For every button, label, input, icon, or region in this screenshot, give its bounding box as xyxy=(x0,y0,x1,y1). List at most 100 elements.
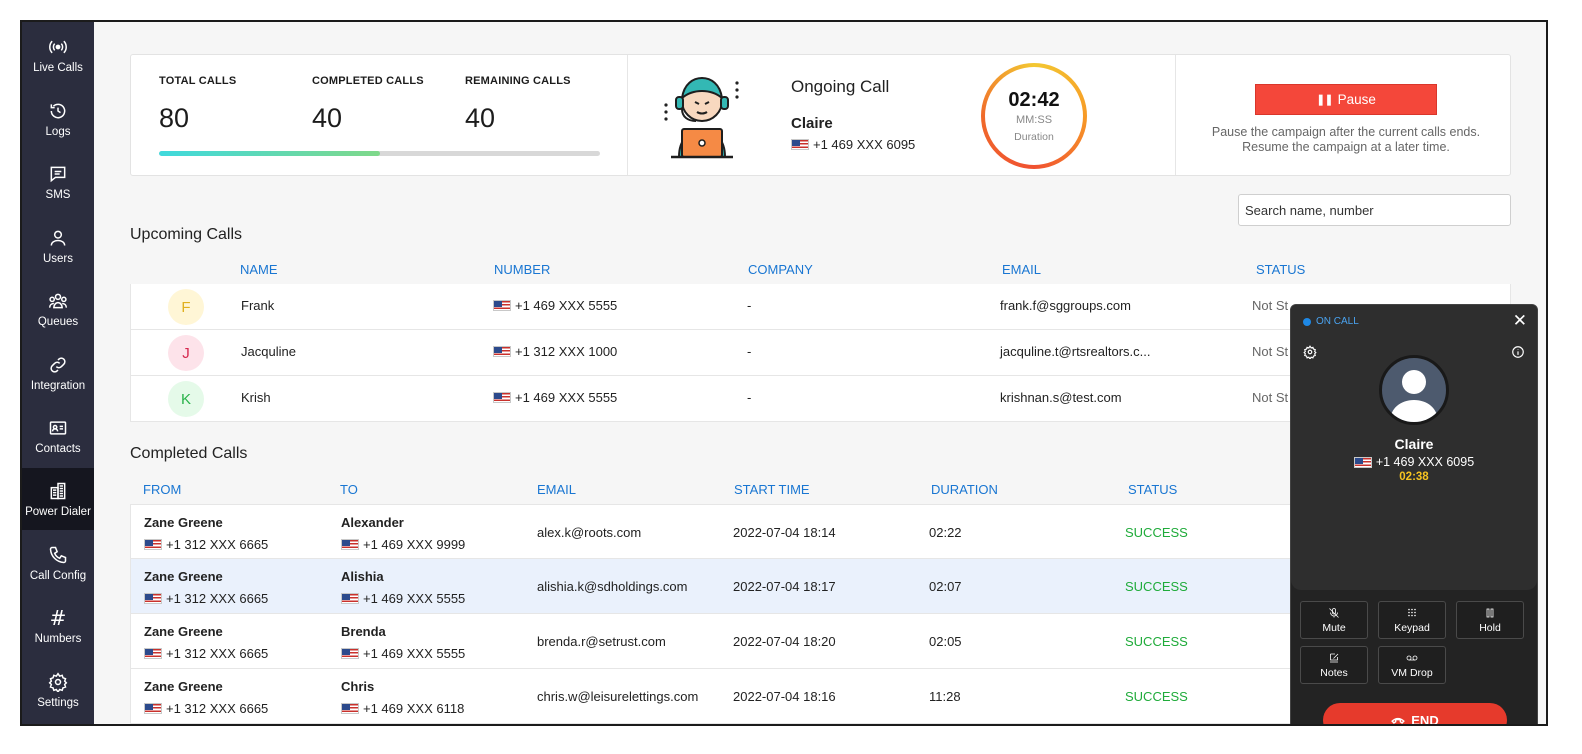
pause-icon: ❚❚ xyxy=(1316,94,1333,106)
to-number: +1 469 XXX 5555 xyxy=(341,591,465,606)
close-icon[interactable]: ✕ xyxy=(1513,311,1527,331)
avatar: J xyxy=(168,335,204,371)
end-call-button[interactable]: END xyxy=(1323,703,1507,724)
completed-calls-value: 40 xyxy=(312,103,343,133)
from-number: +1 312 XXX 6665 xyxy=(144,701,268,716)
pause-description-line: Pause the campaign after the current cal… xyxy=(1211,125,1481,139)
sidebar-item-label: Settings xyxy=(37,696,79,709)
us-flag-icon xyxy=(341,593,359,604)
user-icon xyxy=(50,230,66,246)
softphone-panel: ON CALL ✕ Claire +1 469 XXX 6095 02:38 M… xyxy=(1290,304,1538,724)
broadcast-icon xyxy=(49,40,67,53)
call-status: Not St xyxy=(1252,344,1289,359)
call-email: alishia.k@sdholdings.com xyxy=(537,579,688,594)
sidebar-item-label: Logs xyxy=(45,125,71,138)
column-header-company[interactable]: COMPANY xyxy=(748,262,813,277)
call-status: Not St xyxy=(1252,390,1289,405)
info-icon[interactable] xyxy=(1511,345,1525,359)
mute-button[interactable]: Mute xyxy=(1300,601,1368,639)
edit-icon xyxy=(1330,653,1339,662)
group-icon xyxy=(48,293,68,308)
gear-icon[interactable] xyxy=(1303,345,1317,359)
table-header: NAME NUMBER COMPANY EMAIL STATUS xyxy=(130,254,1511,284)
sidebar-item-users[interactable]: Users xyxy=(22,215,94,277)
search-input[interactable] xyxy=(1238,194,1511,226)
sidebar-item-call-config[interactable]: Call Config xyxy=(22,532,94,594)
total-calls-value: 80 xyxy=(159,103,190,133)
notes-button[interactable]: Notes xyxy=(1300,646,1368,684)
to-number-text: +1 469 XXX 5555 xyxy=(363,591,466,606)
to-number-text: +1 469 XXX 6118 xyxy=(363,701,465,716)
pause-button-label: Pause xyxy=(1337,92,1376,107)
call-duration: 02:22 xyxy=(929,525,962,540)
column-header-email[interactable]: EMAIL xyxy=(1002,262,1041,277)
sidebar-item-queues[interactable]: Queues xyxy=(22,278,94,340)
timer-format: MM:SS xyxy=(1015,114,1053,126)
sidebar-item-live-calls[interactable]: Live Calls xyxy=(22,24,94,86)
notes-button-label: Notes xyxy=(1320,666,1348,679)
column-header-duration[interactable]: DURATION xyxy=(931,482,998,497)
contact-email: krishnan.s@test.com xyxy=(1000,390,1122,405)
mute-button-label: Mute xyxy=(1322,621,1346,634)
divider xyxy=(627,55,628,175)
from-number: +1 312 XXX 6665 xyxy=(144,591,268,606)
to-number-text: +1 469 XXX 5555 xyxy=(363,646,466,661)
sidebar-item-sms[interactable]: SMS xyxy=(22,151,94,213)
call-status-text: ON CALL xyxy=(1316,316,1359,327)
softphone-caller-area: ON CALL ✕ Claire +1 469 XXX 6095 02:38 xyxy=(1291,305,1537,590)
to-number: +1 469 XXX 6118 xyxy=(341,701,464,716)
to-number-text: +1 469 XXX 9999 xyxy=(363,537,466,552)
from-name: Zane Greene xyxy=(144,624,223,639)
column-header-from[interactable]: FROM xyxy=(143,482,181,497)
campaign-stats-card: TOTAL CALLS 80 COMPLETED CALLS 40 REMAIN… xyxy=(130,54,1511,176)
us-flag-icon xyxy=(144,703,162,714)
contact-name: Jacquline xyxy=(241,344,296,359)
call-email: alex.k@roots.com xyxy=(537,525,642,540)
sidebar-item-numbers[interactable]: # Numbers xyxy=(22,595,94,657)
from-name: Zane Greene xyxy=(144,569,223,584)
campaign-progress-fill xyxy=(159,151,380,156)
pause-description-line: Resume the campaign at a later time. xyxy=(1242,140,1450,154)
column-header-name[interactable]: NAME xyxy=(240,262,278,277)
from-number-text: +1 312 XXX 6665 xyxy=(166,591,269,606)
contact-name: Frank xyxy=(241,298,275,313)
keypad-button-label: Keypad xyxy=(1394,621,1430,634)
contact-number-text: +1 469 XXX 5555 xyxy=(515,298,618,313)
column-header-email[interactable]: EMAIL xyxy=(537,482,576,497)
contact-company: - xyxy=(747,390,752,405)
pause-campaign-button[interactable]: ❚❚ Pause xyxy=(1255,84,1437,115)
vm-drop-button[interactable]: VM Drop xyxy=(1378,646,1446,684)
sidebar-item-label: SMS xyxy=(45,188,71,201)
column-header-status[interactable]: STATUS xyxy=(1128,482,1177,497)
us-flag-icon xyxy=(341,648,359,659)
from-name: Zane Greene xyxy=(144,515,223,530)
call-status: SUCCESS xyxy=(1125,689,1188,704)
column-header-to[interactable]: TO xyxy=(340,482,358,497)
keypad-button[interactable]: Keypad xyxy=(1378,601,1446,639)
from-number-text: +1 312 XXX 6665 xyxy=(166,646,269,661)
message-icon xyxy=(50,166,66,182)
ongoing-caller-name: Claire xyxy=(791,115,833,132)
hold-button[interactable]: Hold xyxy=(1456,601,1524,639)
column-header-status[interactable]: STATUS xyxy=(1256,262,1305,277)
call-status: SUCCESS xyxy=(1125,525,1188,540)
sidebar-item-power-dialer[interactable]: Power Dialer xyxy=(22,468,94,530)
to-name: Alishia xyxy=(341,569,384,584)
gear-icon xyxy=(48,671,68,692)
remaining-calls-stat: REMAINING CALLS 40 xyxy=(465,75,571,134)
us-flag-icon xyxy=(493,346,511,357)
sidebar-item-label: Power Dialer xyxy=(25,505,91,518)
sidebar-item-integration[interactable]: Integration xyxy=(22,342,94,404)
call-status: SUCCESS xyxy=(1125,579,1188,594)
contact-number: +1 469 XXX 5555 xyxy=(493,298,617,313)
call-status: SUCCESS xyxy=(1125,634,1188,649)
to-name: Chris xyxy=(341,679,375,694)
sidebar-item-logs[interactable]: Logs xyxy=(22,88,94,150)
timer-value: 02:42 xyxy=(1008,89,1060,111)
column-header-number[interactable]: NUMBER xyxy=(494,262,550,277)
us-flag-icon xyxy=(791,139,809,150)
sidebar-item-settings[interactable]: Settings xyxy=(22,659,94,721)
contact-email: jacquline.t@rtsrealtors.c... xyxy=(1000,344,1151,359)
column-header-start-time[interactable]: START TIME xyxy=(734,482,810,497)
sidebar-item-contacts[interactable]: Contacts xyxy=(22,405,94,467)
